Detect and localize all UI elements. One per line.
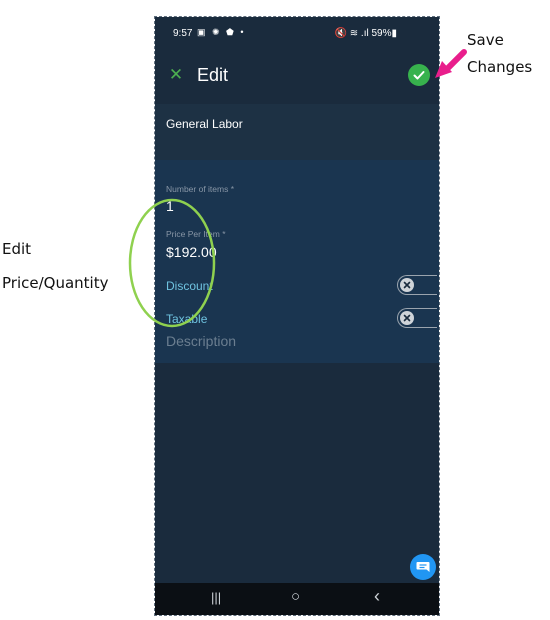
arrow-icon: [435, 49, 467, 78]
description-field[interactable]: Description: [166, 333, 236, 349]
service-name: General Labor: [166, 117, 243, 131]
save-button[interactable]: [408, 64, 430, 86]
annotation-line: Save: [467, 31, 504, 49]
app-bar: ✕ Edit: [155, 51, 439, 103]
edit-price-annotation: Edit Price/Quantity: [2, 232, 132, 300]
service-section: General Labor: [155, 104, 439, 160]
toggle-off-icon: [400, 311, 414, 325]
status-bar: 9:57 ▣ ✺ ⬟ • 🔇 ≋ .ıl 59%▮: [155, 17, 439, 51]
notification-icons: ▣ ✺ ⬟ •: [197, 27, 246, 37]
toggle-off-icon: [400, 278, 414, 292]
quantity-label: Number of items *: [166, 184, 235, 194]
annotation-line: Price/Quantity: [2, 274, 109, 292]
system-status-icons: 🔇 ≋ .ıl 59%▮: [334, 28, 397, 39]
recents-button[interactable]: |||: [211, 590, 221, 605]
annotation-line: Edit: [2, 240, 32, 258]
taxable-toggle[interactable]: [397, 308, 437, 328]
save-changes-annotation: Save Changes: [467, 27, 550, 81]
highlight-circle: [128, 198, 216, 328]
home-button[interactable]: ○: [291, 588, 300, 605]
status-time: 9:57: [173, 28, 193, 39]
back-button[interactable]: ‹: [374, 586, 380, 607]
system-nav-bar: ||| ○ ‹: [155, 583, 439, 615]
annotation-line: Changes: [467, 58, 533, 76]
checkmark-icon: [413, 71, 425, 80]
chat-icon: [416, 562, 430, 572]
page-title: Edit: [197, 65, 229, 85]
chat-button[interactable]: [410, 554, 436, 580]
discount-toggle[interactable]: [397, 275, 437, 295]
close-icon[interactable]: ✕: [167, 66, 185, 84]
